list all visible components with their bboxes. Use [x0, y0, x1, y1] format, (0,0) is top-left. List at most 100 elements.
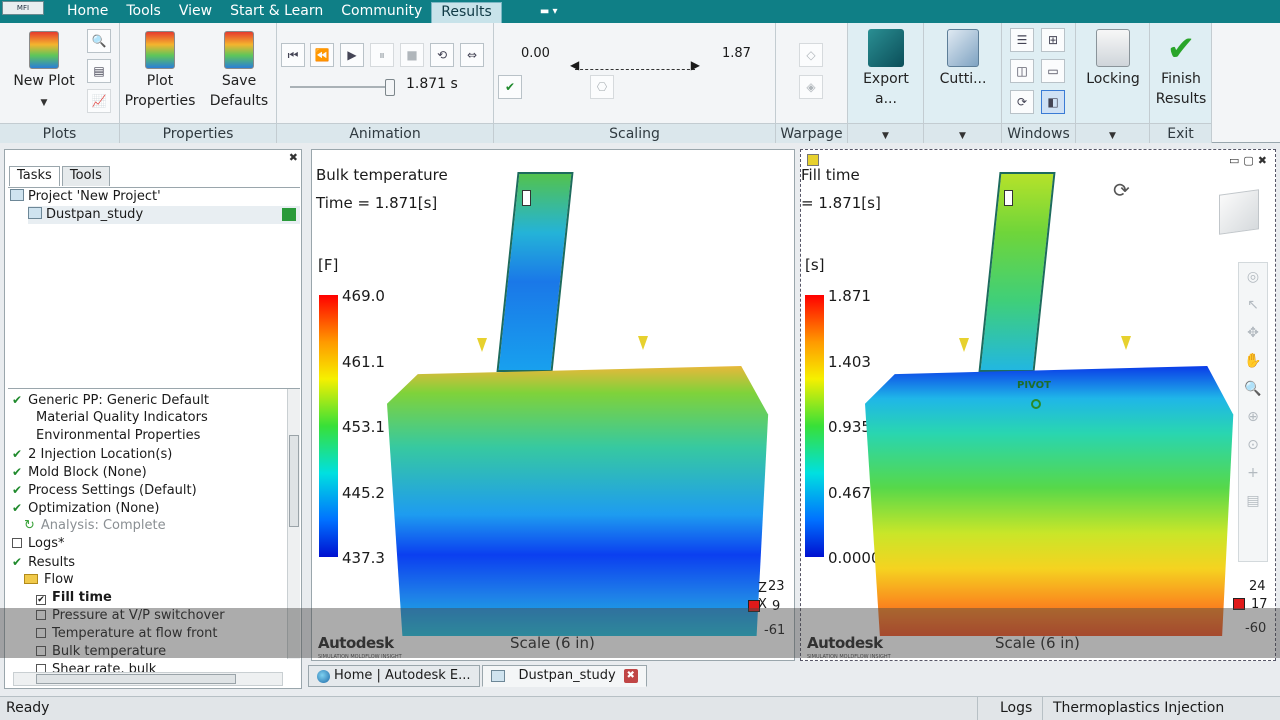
scaling-max-marker-icon[interactable]: ▶ [691, 58, 700, 72]
zoom-icon[interactable]: 🔍 [1239, 375, 1267, 403]
tab-start-learn[interactable]: Start & Learn [221, 0, 332, 23]
anim-bounce-button[interactable]: ⇔ [460, 43, 484, 67]
pane-window-controls[interactable]: ▭▢✖ [1229, 154, 1271, 167]
tab-results[interactable]: Results [431, 2, 502, 23]
document-tabs: Home | Autodesk E... Dustpan_study ✖ [308, 664, 649, 688]
checkbox[interactable] [36, 646, 46, 656]
measure-icon[interactable]: ▤ [1239, 487, 1267, 515]
tab-tasks[interactable]: Tasks [9, 166, 60, 186]
tab-tools-panel[interactable]: Tools [61, 166, 110, 186]
finish-results-button[interactable]: ✔ Finish Results [1152, 29, 1210, 109]
task-item[interactable]: ✔ Mold Block (None) [12, 463, 147, 482]
task-item[interactable]: Logs* [12, 535, 65, 553]
scaling-apply-button[interactable]: ✔ [498, 75, 522, 99]
project-node[interactable]: Project 'New Project' [10, 188, 161, 206]
export-dropdown[interactable]: ▼ [848, 123, 923, 143]
task-item[interactable]: Environmental Properties [36, 427, 200, 445]
zoom-window-icon[interactable]: ⊕ [1239, 403, 1267, 431]
center-icon[interactable]: + [1239, 459, 1267, 487]
checkbox[interactable] [36, 610, 46, 620]
cutting-dropdown[interactable]: ▼ [924, 123, 1001, 143]
group-windows: ☰ ⊞ ◫ ▭ ⟳ ◧ Windows [1002, 23, 1076, 143]
steering-wheel-icon[interactable]: ◎ [1239, 263, 1267, 291]
doc-tab-study[interactable]: Dustpan_study ✖ [481, 665, 647, 687]
tab-community[interactable]: Community [332, 0, 431, 23]
dustpan-model[interactable]: PIVOT [859, 170, 1239, 640]
plot-pane-bulk-temperature[interactable]: Bulk temperature Time = 1.871[s] [F] 469… [311, 149, 795, 661]
task-item[interactable]: Material Quality Indicators [36, 409, 208, 427]
scaling-min-marker-icon[interactable]: ◀ [570, 58, 579, 72]
animation-slider-thumb[interactable] [385, 79, 395, 96]
vertical-scrollbar[interactable] [287, 389, 300, 659]
study-node[interactable]: Dustpan_study [28, 206, 300, 224]
tab-view[interactable]: View [170, 0, 221, 23]
task-item[interactable]: ↻ Analysis: Complete [24, 517, 166, 535]
window-sync-button[interactable]: ⟳ [1010, 90, 1034, 114]
warpage-shape-button[interactable]: ◇ [799, 43, 823, 67]
task-item[interactable]: Flow [24, 571, 74, 589]
task-item[interactable]: Pressure at V/P switchover [36, 607, 225, 625]
save-defaults-button[interactable]: Save Defaults [204, 31, 274, 111]
check-icon: ✔ [12, 447, 23, 461]
window-stack-button[interactable]: ☰ [1010, 28, 1034, 52]
task-item[interactable]: ✔ Fill time [36, 589, 112, 607]
export-button[interactable]: Export a... [850, 29, 922, 109]
horizontal-scrollbar-thumb[interactable] [36, 674, 236, 684]
zoom-extents-icon[interactable]: ⊙ [1239, 431, 1267, 459]
export-label: Export a... [863, 71, 909, 107]
logs-button[interactable]: Logs [977, 697, 1032, 720]
task-item[interactable]: ✔ Results [12, 553, 75, 572]
window-split-h-button[interactable]: ▭ [1041, 59, 1065, 83]
new-plot-button[interactable]: New Plot ▼ [10, 31, 78, 113]
left-panel: ✖ Tasks Tools Project 'New Project' Dust… [4, 149, 302, 689]
close-icon[interactable]: ✖ [623, 669, 638, 683]
plot-graph-button[interactable]: 📈 [87, 89, 111, 113]
locking-dropdown[interactable]: ▼ [1076, 123, 1149, 143]
plot-copy-button[interactable]: ▤ [87, 59, 111, 83]
app-logo[interactable]: MFI [2, 0, 44, 15]
dustpan-model[interactable] [377, 170, 777, 640]
checkbox[interactable] [12, 538, 22, 548]
window-split-v-button[interactable]: ◫ [1010, 59, 1034, 83]
checkbox[interactable] [36, 628, 46, 638]
anim-prev-button[interactable]: ⏪ [310, 43, 334, 67]
anim-play-button[interactable]: ▶ [340, 43, 364, 67]
quick-access-dropdown[interactable]: ▬ ▾ [540, 6, 558, 17]
scaling-range-ruler[interactable]: ◀ ▶ [570, 58, 700, 72]
rotate-icon[interactable]: ✥ [1239, 319, 1267, 347]
close-icon[interactable]: ✖ [289, 151, 298, 164]
locking-button[interactable]: Locking [1078, 29, 1148, 89]
window-grid-button[interactable]: ⊞ [1041, 28, 1065, 52]
warpage-deflect-button[interactable]: ◈ [799, 75, 823, 99]
anim-first-button[interactable]: ⏮ [281, 43, 305, 67]
horizontal-scrollbar[interactable] [13, 672, 283, 686]
study-status-icon [282, 208, 296, 221]
anim-stop-button[interactable]: ■ [400, 43, 424, 67]
group-export: Export a... ▼ [848, 23, 924, 143]
task-item[interactable]: ✔ Generic PP: Generic Default [12, 391, 209, 410]
anim-pause-button[interactable]: ⏸ [370, 43, 394, 67]
window-tile-button[interactable]: ◧ [1041, 90, 1065, 114]
vertical-scrollbar-thumb[interactable] [289, 435, 299, 527]
tab-home[interactable]: Home [58, 0, 117, 23]
task-item[interactable]: Temperature at flow front [36, 625, 218, 643]
task-item[interactable]: ✔ Optimization (None) [12, 499, 160, 518]
plot-search-button[interactable]: 🔍 [87, 29, 111, 53]
tab-tools[interactable]: Tools [117, 0, 170, 23]
cutting-button[interactable]: Cutti... [928, 29, 998, 89]
anim-loop-button[interactable]: ⟲ [430, 43, 454, 67]
select-icon[interactable]: ↖ [1239, 291, 1267, 319]
animation-slider-track[interactable] [290, 86, 395, 88]
pan-icon[interactable]: ✋ [1239, 347, 1267, 375]
menu-bar: MFI Home Tools View Start & Learn Commun… [0, 0, 1280, 23]
doc-tab-home[interactable]: Home | Autodesk E... [308, 665, 480, 687]
task-item[interactable]: ✔ Process Settings (Default) [12, 481, 197, 500]
plot-properties-button[interactable]: Plot Properties [122, 31, 198, 111]
view-cube-icon[interactable] [1219, 189, 1259, 235]
scaling-reset-button[interactable]: ⎔ [590, 75, 614, 99]
task-item[interactable]: Bulk temperature [36, 643, 166, 661]
checkbox[interactable]: ✔ [36, 595, 46, 605]
new-plot-icon [29, 31, 59, 69]
task-item[interactable]: ✔ 2 Injection Location(s) [12, 445, 172, 464]
plot-pane-fill-time[interactable]: ▭▢✖ Fill time = 1.871[s] [s] 1.871 1.403… [800, 149, 1276, 661]
